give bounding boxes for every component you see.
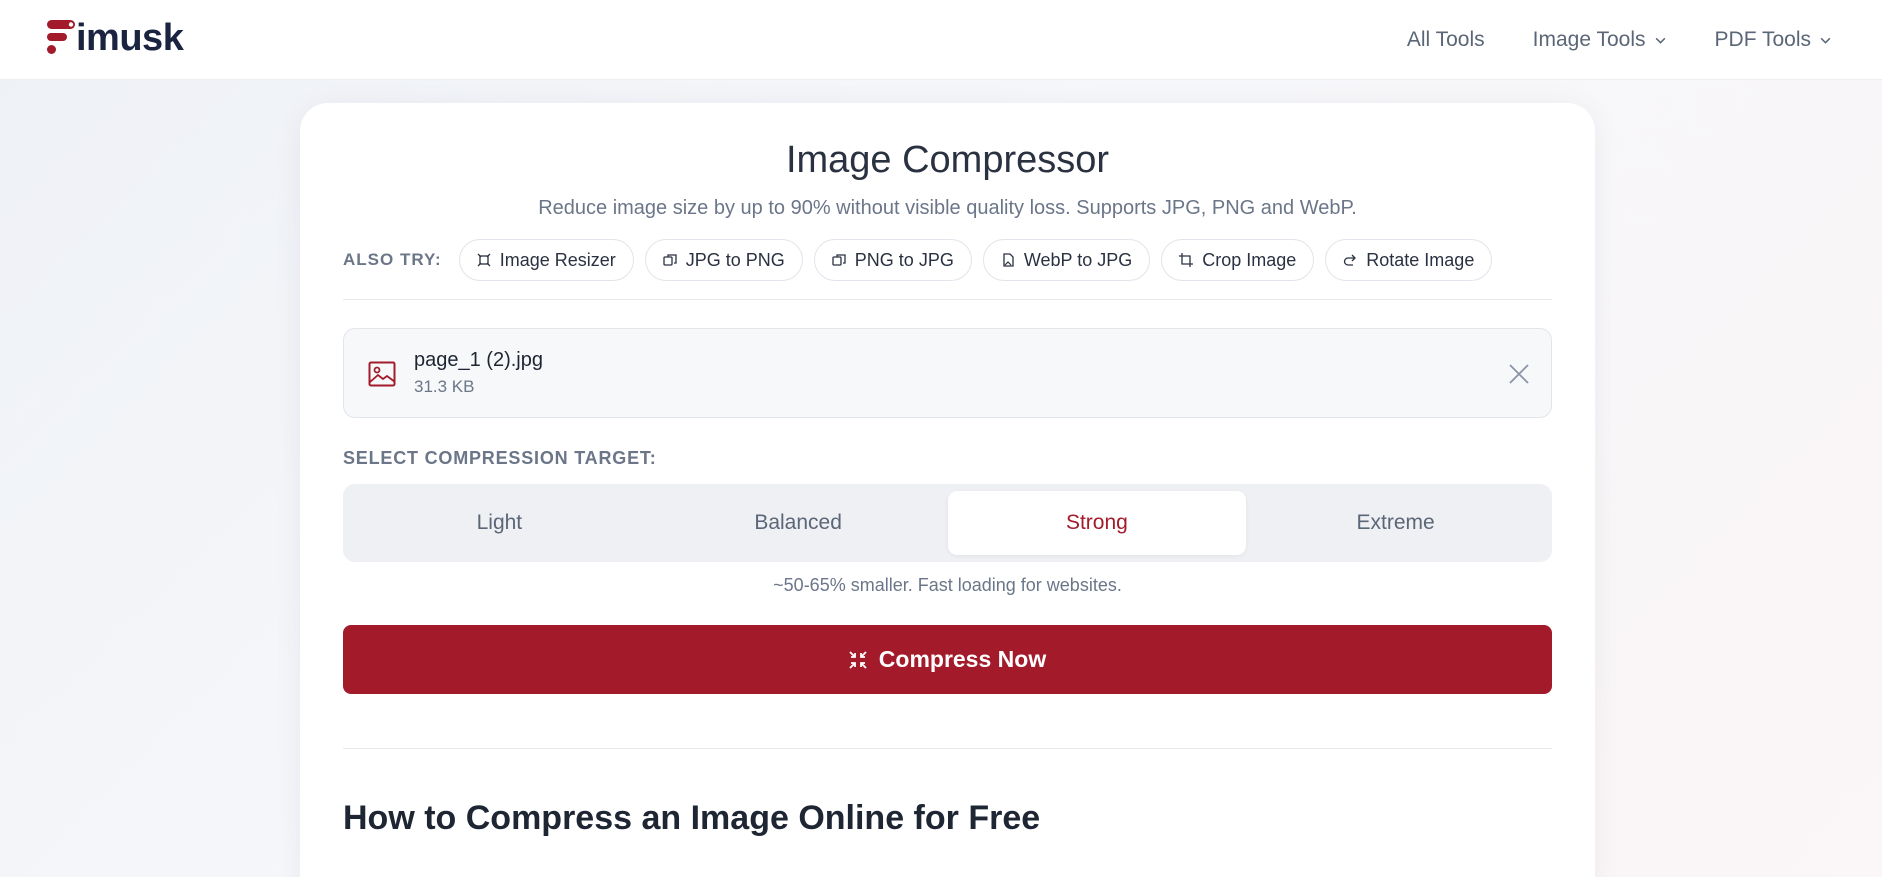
file-image-icon bbox=[1003, 253, 1014, 267]
chip-webp-to-jpg[interactable]: WebP to JPG bbox=[982, 239, 1151, 281]
option-extreme[interactable]: Extreme bbox=[1246, 491, 1545, 555]
option-balanced[interactable]: Balanced bbox=[649, 491, 948, 555]
compression-target-label: SELECT COMPRESSION TARGET: bbox=[343, 448, 657, 468]
option-light[interactable]: Light bbox=[350, 491, 649, 555]
page-title: Image Compressor bbox=[785, 139, 1110, 181]
convert-icon bbox=[832, 254, 846, 266]
file-name: page_1 (2).jpg bbox=[414, 349, 543, 371]
chip-crop-image[interactable]: Crop Image bbox=[1161, 239, 1315, 281]
chip-png-to-jpg[interactable]: PNG to JPG bbox=[813, 239, 972, 281]
logo-mark-icon bbox=[47, 20, 75, 54]
main-nav: All Tools Image Tools PDF Tools bbox=[1407, 0, 1832, 80]
compress-now-label: Compress Now bbox=[878, 646, 1047, 672]
logo[interactable]: imusk bbox=[46, 16, 184, 60]
rotate-icon bbox=[1344, 254, 1357, 266]
image-icon bbox=[368, 361, 396, 387]
nav-pdf-tools[interactable]: PDF Tools bbox=[1715, 28, 1832, 52]
nav-image-tools-label: Image Tools bbox=[1532, 28, 1646, 51]
crop-icon bbox=[1179, 253, 1194, 267]
chip-label: Rotate Image bbox=[1366, 249, 1475, 270]
chip-image-resizer[interactable]: Image Resizer bbox=[458, 239, 634, 281]
divider bbox=[343, 299, 1552, 300]
chip-rotate-image[interactable]: Rotate Image bbox=[1325, 239, 1493, 281]
page-subtitle: Reduce image size by up to 90% without v… bbox=[538, 197, 1357, 219]
chip-label: JPG to PNG bbox=[685, 249, 785, 270]
tool-card: Image Compressor Reduce image size by up… bbox=[300, 103, 1595, 877]
nav-image-tools[interactable]: Image Tools bbox=[1533, 28, 1667, 52]
compress-now-button[interactable]: Compress Now bbox=[343, 625, 1552, 694]
resize-icon bbox=[477, 253, 491, 267]
file-size: 31.3 KB bbox=[414, 377, 475, 396]
compression-selector: Light Balanced Strong Extreme bbox=[343, 484, 1552, 562]
chip-label: WebP to JPG bbox=[1023, 249, 1133, 270]
option-strong[interactable]: Strong bbox=[947, 491, 1247, 555]
chip-label: PNG to JPG bbox=[854, 249, 954, 270]
chip-label: Image Resizer bbox=[499, 249, 616, 270]
convert-icon bbox=[663, 254, 677, 266]
compress-icon bbox=[849, 650, 867, 669]
chevron-down-icon bbox=[1655, 37, 1665, 44]
also-try-label: ALSO TRY: bbox=[343, 250, 442, 269]
chevron-down-icon bbox=[1820, 37, 1831, 44]
close-icon[interactable] bbox=[1507, 362, 1531, 386]
nav-all-tools-label: All Tools bbox=[1406, 28, 1485, 51]
chip-jpg-to-png[interactable]: JPG to PNG bbox=[644, 239, 803, 281]
logo-text: imusk bbox=[76, 17, 184, 59]
selected-file: page_1 (2).jpg 31.3 KB bbox=[343, 328, 1552, 418]
compression-hint: ~50-65% smaller. Fast loading for websit… bbox=[773, 575, 1122, 595]
howto-heading: How to Compress an Image Online for Free bbox=[343, 799, 1041, 837]
nav-all-tools[interactable]: All Tools bbox=[1407, 28, 1485, 52]
also-try-row: ALSO TRY: Image Resizer JPG to PNG PNG t… bbox=[343, 239, 1503, 281]
top-navbar: imusk All Tools Image Tools PDF Tools bbox=[0, 0, 1882, 80]
divider bbox=[343, 748, 1552, 749]
chip-label: Crop Image bbox=[1202, 249, 1297, 270]
nav-pdf-tools-label: PDF Tools bbox=[1714, 28, 1811, 51]
